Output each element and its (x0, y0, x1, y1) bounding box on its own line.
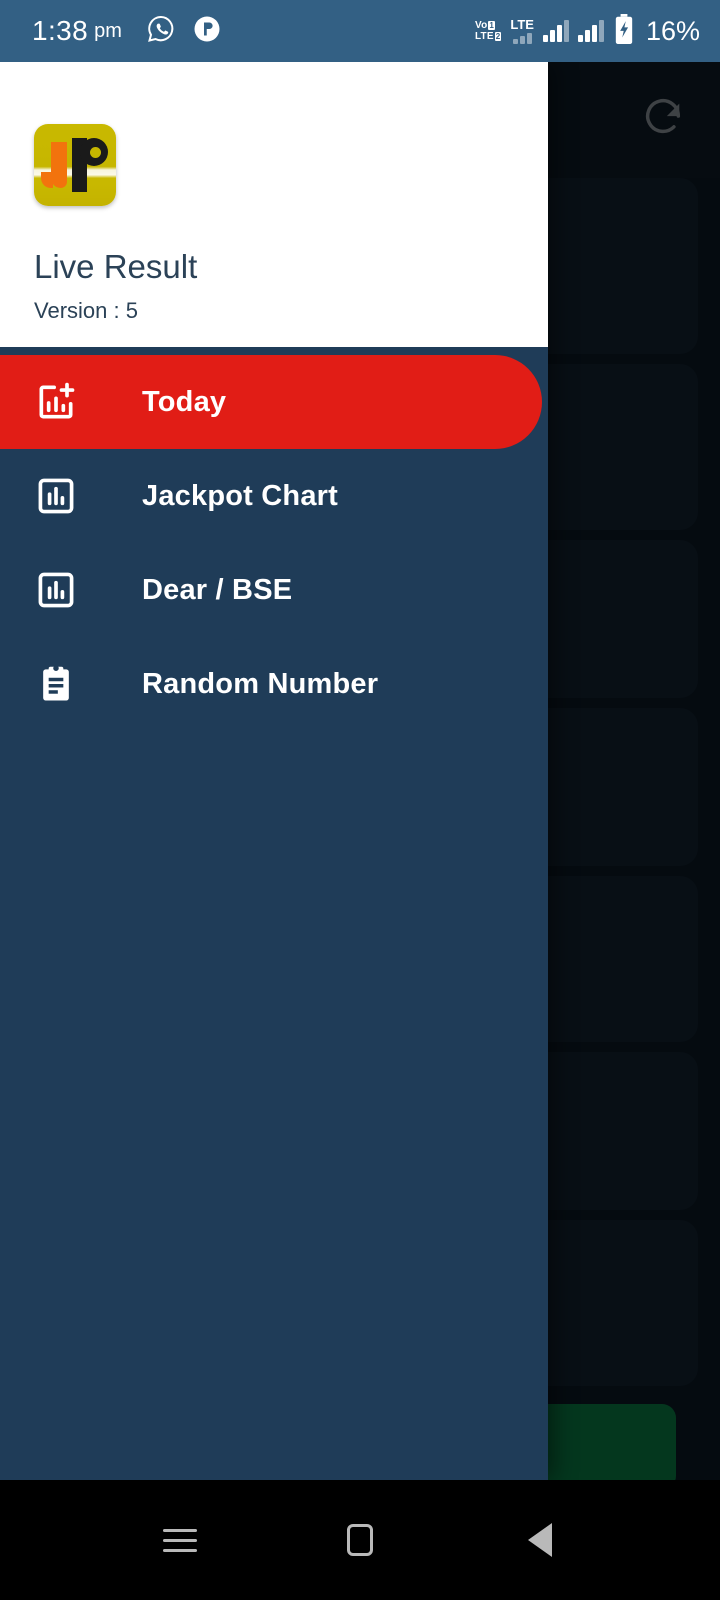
sidebar-item-random-number[interactable]: Random Number (0, 637, 548, 731)
sim1-badge: 1 (488, 21, 496, 30)
app-logo-icon (34, 124, 116, 206)
sidebar-item-label: Dear / BSE (142, 573, 293, 606)
bar-chart-icon (30, 470, 82, 522)
home-icon (347, 1524, 373, 1556)
sidebar-item-today[interactable]: Today (0, 355, 542, 449)
home-button[interactable] (330, 1510, 390, 1570)
system-navigation-bar (0, 1480, 720, 1600)
phone-screen: ot AM 2 ot PM PM E ot PM PM : Mor (0, 0, 720, 1600)
battery-charging-icon (613, 13, 635, 49)
volte-icon: Vo 1 LTE 2 (474, 20, 502, 42)
clipboard-icon (30, 658, 82, 710)
battery-percent-label: 16% (645, 15, 700, 46)
sidebar-item-dear-bse[interactable]: Dear / BSE (0, 543, 548, 637)
status-bar-time: 1:38 (32, 15, 89, 46)
back-button[interactable] (510, 1510, 570, 1570)
recents-icon (163, 1522, 197, 1559)
app-notification-icon (192, 14, 222, 49)
navigation-drawer: Live Result Version : 5 Today Jackpot Ch… (0, 62, 548, 1480)
volte-bottom-label: LTE (474, 31, 494, 42)
volte-top-label: Vo (474, 20, 488, 31)
status-bar-meridiem: pm (94, 19, 122, 42)
drawer-menu-list: Today Jackpot Chart Dear / BSE Random Nu… (0, 347, 548, 1480)
sidebar-item-jackpot-chart[interactable]: Jackpot Chart (0, 449, 548, 543)
whatsapp-icon (146, 14, 176, 49)
sim2-badge: 2 (494, 32, 502, 41)
lte-label: LTE (510, 17, 534, 32)
status-bar: 1:38 pm Vo 1 LTE 2 LTE 16% (0, 0, 720, 62)
signal-bars-sim2-icon (577, 20, 604, 42)
sidebar-item-label: Jackpot Chart (142, 479, 338, 512)
app-version-label: Version : 5 (34, 298, 138, 323)
app-title: Live Result (34, 248, 198, 285)
bar-chart-icon (30, 564, 82, 616)
sidebar-item-label: Today (142, 385, 227, 418)
sidebar-item-label: Random Number (142, 667, 379, 700)
recents-button[interactable] (150, 1510, 210, 1570)
status-bar-indicators: Vo 1 LTE 2 LTE 16% (474, 13, 700, 49)
drawer-header: Live Result Version : 5 (0, 62, 548, 347)
network-type-indicator: LTE (510, 18, 534, 44)
back-icon (528, 1523, 552, 1557)
signal-bars-sim1-icon (542, 20, 569, 42)
chart-add-icon (30, 376, 82, 428)
